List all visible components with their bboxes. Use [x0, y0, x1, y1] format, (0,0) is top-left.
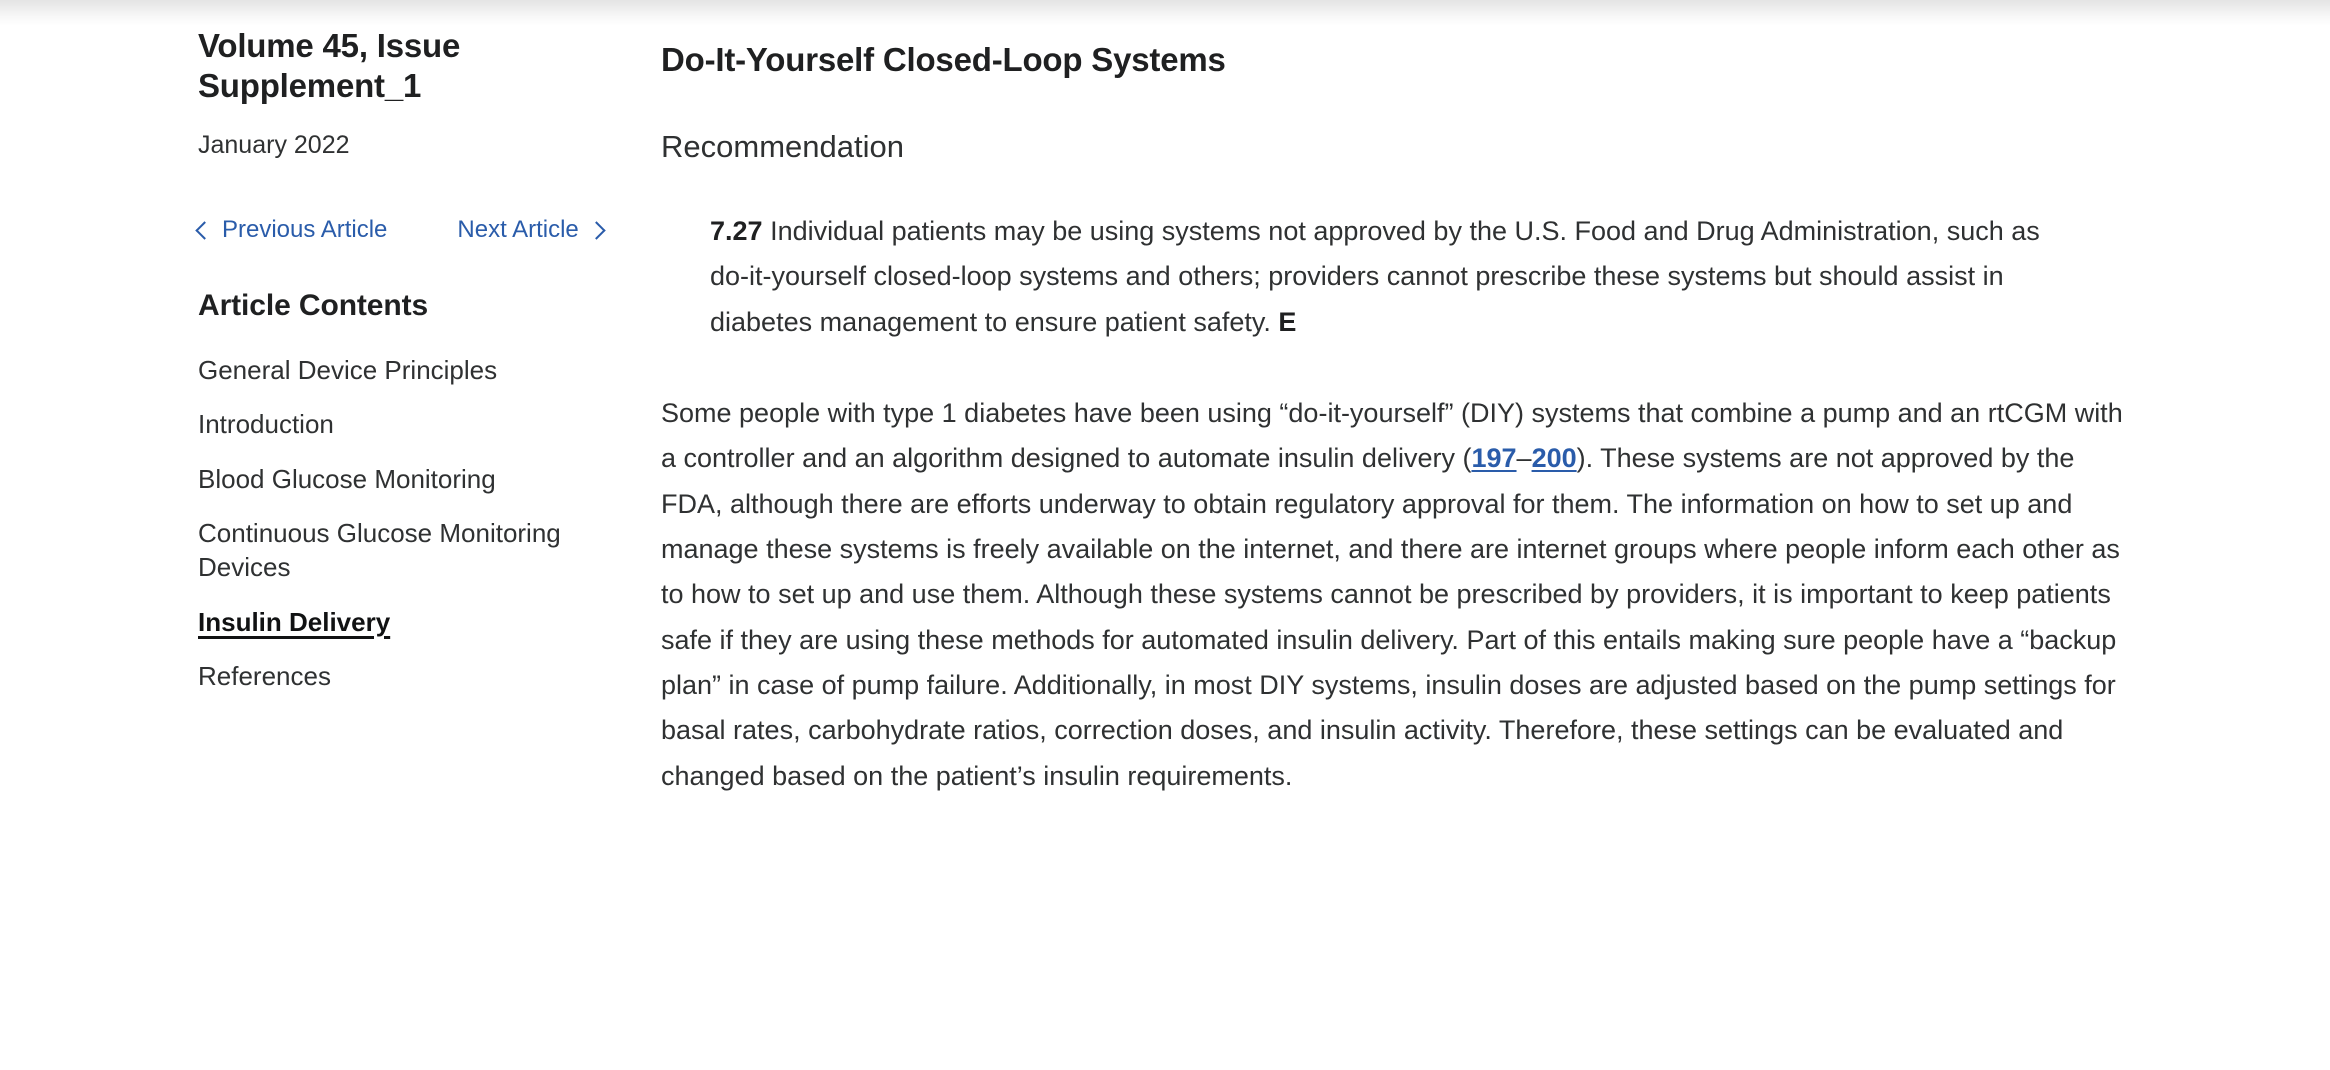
body-paragraph: Some people with type 1 diabetes have be…	[661, 391, 2123, 799]
citation-link-200[interactable]: 200	[1532, 443, 1577, 473]
chevron-left-icon	[195, 220, 214, 240]
issue-date: January 2022	[198, 130, 350, 159]
chevron-right-icon	[587, 220, 606, 240]
section-heading: Do-It-Yourself Closed-Loop Systems	[661, 41, 1226, 78]
article-main-content: Do-It-Yourself Closed-Loop Systems Recom…	[661, 40, 2123, 826]
article-page: Volume 45, Issue Supplement_1 January 20…	[0, 0, 2330, 1070]
article-navigation: Previous Article Next Article	[195, 216, 648, 243]
toc-item-references[interactable]: References	[198, 659, 568, 693]
header-shadow	[0, 0, 2330, 26]
toc-item-blood-glucose-monitoring[interactable]: Blood Glucose Monitoring	[198, 462, 568, 496]
article-contents-list: General Device Principles Introduction B…	[198, 353, 648, 693]
toc-item-continuous-glucose-monitoring-devices[interactable]: Continuous Glucose Monitoring Devices	[198, 516, 568, 585]
previous-article-link[interactable]: Previous Article	[195, 216, 388, 243]
next-article-link[interactable]: Next Article	[457, 216, 606, 243]
toc-item-general-device-principles[interactable]: General Device Principles	[198, 353, 568, 387]
issue-title: Volume 45, Issue Supplement_1	[198, 27, 461, 105]
recommendation-text: 7.27 Individual patients may be using sy…	[710, 209, 2074, 345]
recommendation-body: Individual patients may be using systems…	[710, 215, 2040, 337]
recommendation-block: 7.27 Individual patients may be using sy…	[661, 209, 2074, 345]
article-contents-heading: Article Contents	[198, 289, 429, 322]
citation-link-197[interactable]: 197	[1471, 443, 1516, 473]
toc-item-introduction[interactable]: Introduction	[198, 407, 568, 441]
body-text-part-2: ). These systems are not approved by the…	[661, 443, 2120, 791]
next-article-label: Next Article	[457, 216, 579, 243]
recommendation-number: 7.27	[710, 215, 763, 246]
previous-article-label: Previous Article	[222, 216, 388, 243]
recommendation-heading: Recommendation	[661, 128, 904, 164]
citation-range-dash: –	[1516, 443, 1532, 474]
toc-item-insulin-delivery[interactable]: Insulin Delivery	[198, 605, 568, 639]
article-sidebar: Volume 45, Issue Supplement_1 January 20…	[195, 26, 648, 713]
recommendation-grade: E	[1278, 306, 1297, 337]
